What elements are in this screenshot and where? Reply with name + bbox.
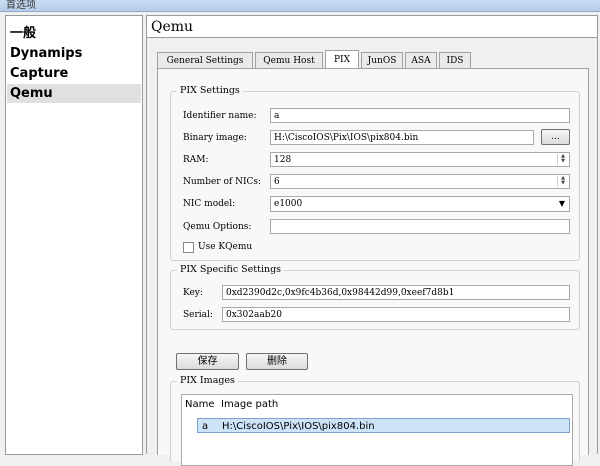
delete-button[interactable]: 删除 [246,353,308,370]
spin-arrows-icon[interactable]: ▲ ▼ [557,176,568,187]
browse-button[interactable]: ... [541,129,570,145]
tab-junos[interactable]: JunOS [361,52,403,68]
pix-settings-title: PIX Settings [177,85,243,96]
chevron-down-icon[interactable]: ▼ [559,197,565,211]
nic-model-select[interactable]: e1000 ▼ [270,196,570,212]
spin-arrows-icon[interactable]: ▲ ▼ [557,154,568,165]
sidebar-item-dynamips[interactable]: Dynamips [7,44,141,63]
nics-spinbox[interactable]: 6 ▲ ▼ [270,174,570,189]
window-titlebar: 首选项 [0,0,600,12]
nics-label: Number of NICs: [183,177,262,187]
pix-tab-content: PIX Settings Identifier name: a Binary i… [157,68,589,466]
save-button[interactable]: 保存 [176,353,239,370]
identifier-label: Identifier name: [183,111,257,121]
row-path-cell: H:\CiscoIOS\Pix\IOS\pix804.bin [222,421,375,432]
sidebar-item-general[interactable]: 一般 [7,24,141,43]
key-input[interactable]: 0xd2390d2c,0x9fc4b36d,0x98442d99,0xeef7d… [222,285,570,300]
column-header-image-path[interactable]: Image path [221,395,278,415]
row-name-cell: a [202,421,209,432]
use-kqemu-checkbox[interactable] [183,242,194,253]
table-row[interactable]: a H:\CiscoIOS\Pix\IOS\pix804.bin [197,418,570,433]
serial-input[interactable]: 0x302aab20 [222,307,570,322]
qemu-options-label: Qemu Options: [183,222,252,232]
pix-specific-group: PIX Specific Settings Key: 0xd2390d2c,0x… [170,264,580,330]
qemu-options-input[interactable] [270,219,570,234]
nic-model-label: NIC model: [183,199,236,209]
pix-images-list[interactable]: Name Image path a H:\CiscoIOS\Pix\IOS\pi… [181,394,573,466]
tab-qemu-host[interactable]: Qemu Host [255,52,323,68]
column-header-name[interactable]: Name [185,395,215,415]
identifier-input[interactable]: a [270,108,570,123]
pix-images-group: PIX Images Name Image path a H:\CiscoIOS… [170,375,580,466]
nic-model-value: e1000 [274,199,303,209]
use-kqemu-label: Use KQemu [198,242,253,252]
ram-spinbox[interactable]: 128 ▲ ▼ [270,152,570,167]
binary-image-input[interactable]: H:\CiscoIOS\Pix\IOS\pix804.bin [270,130,534,145]
sidebar-item-qemu[interactable]: Qemu [7,84,141,103]
settings-panel: Qemu General Settings Qemu Host PIX JunO… [146,15,598,466]
window-title: 首选项 [6,0,36,11]
pix-images-title: PIX Images [177,375,238,386]
pix-specific-title: PIX Specific Settings [177,264,285,275]
ram-value: 128 [274,155,292,165]
sidebar-item-capture[interactable]: Capture [7,64,141,83]
panel-title: Qemu [147,16,597,38]
ram-label: RAM: [183,155,209,165]
tab-ids[interactable]: IDS [439,52,471,68]
nics-value: 6 [274,177,280,187]
preferences-sidebar: 一般 Dynamips Capture Qemu [5,15,143,455]
binary-image-label: Binary image: [183,133,247,143]
tab-general-settings[interactable]: General Settings [157,52,253,68]
key-label: Key: [183,288,203,298]
tab-asa[interactable]: ASA [405,52,437,68]
pix-settings-group: PIX Settings Identifier name: a Binary i… [170,85,580,261]
tab-pix[interactable]: PIX [325,50,359,69]
serial-label: Serial: [183,310,213,320]
